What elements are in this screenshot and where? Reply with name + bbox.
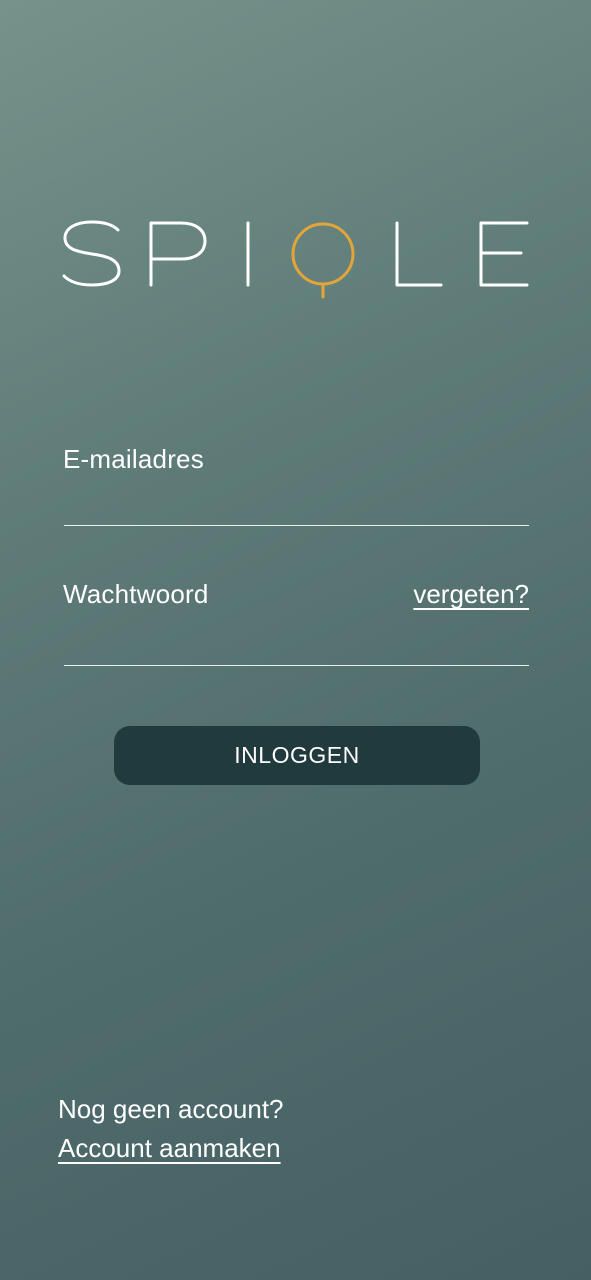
spiqle-logo [60, 218, 532, 306]
create-account-link[interactable]: Account aanmaken [58, 1133, 281, 1164]
no-account-text: Nog geen account? [58, 1094, 284, 1124]
email-field[interactable] [64, 486, 529, 526]
forgot-password-link[interactable]: vergeten? [413, 579, 529, 610]
password-label: Wachtwoord [63, 579, 209, 609]
email-label: E-mailadres [63, 444, 204, 474]
password-field[interactable] [64, 626, 529, 666]
login-button[interactable]: INLOGGEN [114, 726, 480, 785]
